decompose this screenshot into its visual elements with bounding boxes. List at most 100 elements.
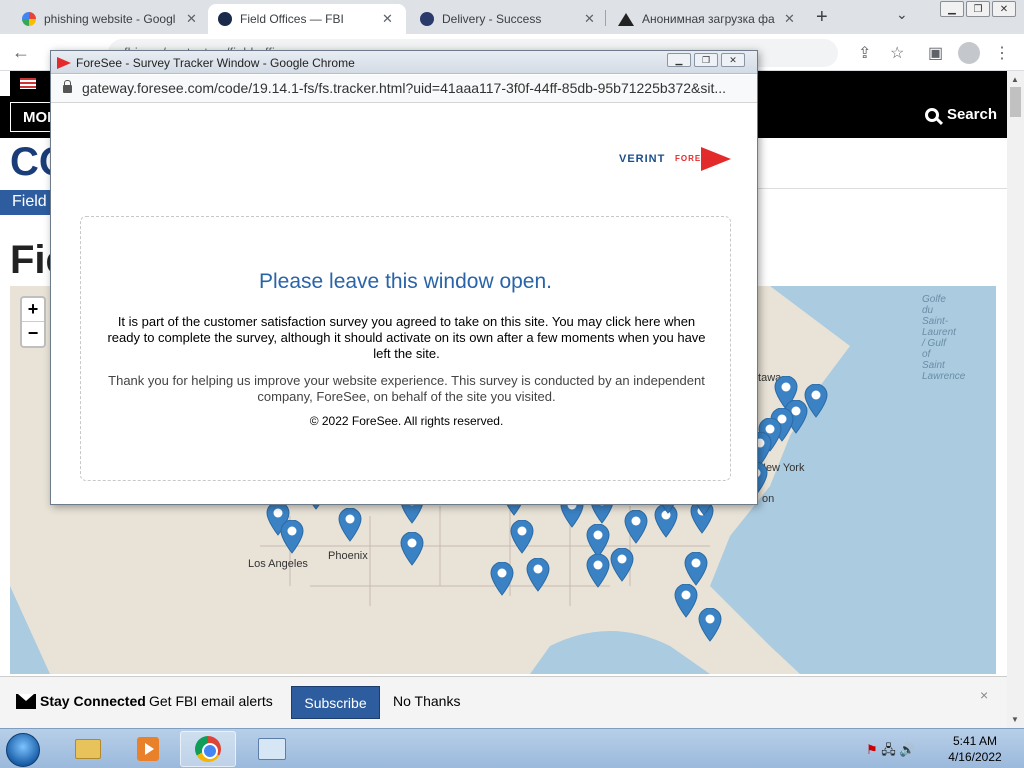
chrome-icon [195, 736, 221, 762]
lock-icon [63, 80, 72, 93]
upload-icon [618, 12, 634, 26]
media-player-icon [137, 737, 159, 761]
popup-maximize-button[interactable]: ❐ [694, 53, 718, 67]
zoom-out-button[interactable]: − [22, 322, 44, 346]
volume-icon[interactable]: 🔊 [899, 742, 915, 757]
field-office-pin[interactable] [510, 520, 534, 554]
water-label-line: Laurent [922, 327, 956, 338]
taskbar-network-app[interactable] [244, 731, 300, 767]
tab-separator [605, 10, 606, 26]
field-office-pin[interactable] [280, 520, 304, 554]
network-icon[interactable]: 🖧 [881, 742, 896, 757]
clock-date: 4/16/2022 [948, 750, 1002, 764]
folder-icon [75, 739, 101, 759]
scroll-thumb[interactable] [1010, 87, 1021, 117]
scroll-up-icon[interactable]: ▲ [1011, 75, 1019, 84]
nav-search-label: Search [946, 106, 997, 123]
maximize-button[interactable]: ❐ [966, 1, 990, 17]
system-tray: ⚑ 🖧 🔊 [866, 741, 916, 763]
network-app-icon [258, 738, 286, 760]
side-panel-icon[interactable]: ▣ [928, 43, 943, 63]
close-window-button[interactable]: ✕ [992, 1, 1016, 17]
thank-you-text: Thank you for helping us improve your we… [108, 373, 705, 404]
field-office-pin[interactable] [624, 510, 648, 544]
close-icon[interactable]: ✕ [584, 11, 595, 27]
tab-field-offices[interactable]: Field Offices — FBI ✕ [208, 4, 406, 34]
field-office-pin[interactable] [684, 552, 708, 586]
back-button[interactable]: ← [12, 42, 30, 63]
popup-window-controls: ▁ ❐ ✕ [664, 53, 745, 67]
popup-close-button[interactable]: ✕ [721, 53, 745, 67]
field-office-pin[interactable] [586, 524, 610, 558]
gulf-st-lawrence-label: Golfe du Saint- Laurent / Gulf of Saint … [922, 294, 965, 382]
foresee-flag-icon [57, 57, 71, 69]
close-icon[interactable]: ✕ [784, 11, 795, 27]
us-flag-icon [20, 78, 36, 89]
water-label-line: of [922, 349, 931, 360]
close-icon[interactable]: ✕ [186, 11, 197, 27]
field-office-pin[interactable] [674, 584, 698, 618]
start-button[interactable] [6, 733, 40, 767]
verint-logo: VERINT [619, 153, 666, 165]
tab-label: Delivery - Success [442, 12, 542, 26]
window-controls: ▁ ❐ ✕ [938, 1, 1016, 17]
search-icon [924, 107, 939, 122]
water-label-line: Saint [922, 360, 945, 371]
stay-connected-title: Stay Connected [40, 693, 146, 709]
popup-url: gateway.foresee.com/code/19.14.1-fs/fs.t… [82, 80, 727, 96]
envelope-icon [16, 694, 36, 709]
divider [757, 188, 1007, 189]
close-icon[interactable]: ✕ [382, 11, 393, 27]
field-office-pin[interactable] [338, 508, 362, 542]
field-office-pin[interactable] [610, 548, 634, 582]
tab-label: Field Offices — FBI [240, 12, 344, 26]
phoenix-label: Phoenix [328, 550, 368, 562]
breadcrumb[interactable]: Field [0, 190, 55, 215]
new-tab-button[interactable]: + [816, 6, 828, 29]
water-label-line: Golfe [922, 294, 946, 305]
subscribe-button[interactable]: Subscribe [291, 686, 380, 719]
message-box[interactable]: Please leave this window open. It is par… [80, 216, 731, 481]
survey-info-text[interactable]: It is part of the customer satisfaction … [101, 314, 712, 362]
taskbar-clock[interactable]: 5:41 AM 4/16/2022 [940, 733, 1010, 765]
taskbar-chrome[interactable] [180, 731, 236, 767]
tab-phishing-search[interactable]: phishing website - Googl ✕ [12, 4, 207, 34]
tab-search-button[interactable]: ⌄ [896, 6, 908, 23]
nav-search-button[interactable]: Search [924, 106, 997, 123]
windows-taskbar: ⚑ 🖧 🔊 5:41 AM 4/16/2022 [0, 728, 1024, 768]
foresee-logo: FORESEE [675, 154, 721, 163]
water-label-line: Lawrence [922, 371, 966, 382]
share-icon[interactable]: ⇪ [858, 43, 871, 63]
google-icon [22, 12, 36, 26]
close-icon[interactable]: × [980, 687, 988, 703]
popup-titlebar[interactable]: ForeSee - Survey Tracker Window - Google… [51, 51, 757, 74]
fbi-seal-icon [218, 12, 232, 26]
popup-window-title: ForeSee - Survey Tracker Window - Google… [76, 56, 355, 70]
water-label-line: / Gulf [922, 338, 946, 349]
taskbar-explorer[interactable] [60, 731, 116, 767]
field-office-pin[interactable] [698, 608, 722, 642]
menu-kebab-icon[interactable]: ⋮ [994, 43, 1010, 63]
clock-time: 5:41 AM [952, 734, 998, 748]
security-flag-icon[interactable]: ⚑ [866, 742, 878, 757]
profile-avatar[interactable] [958, 42, 980, 64]
stay-connected-text: Get FBI email alerts [149, 693, 273, 709]
tab-label: Анонимная загрузка фа [642, 12, 775, 26]
bookmark-star-icon[interactable]: ☆ [890, 43, 904, 63]
popup-address-bar[interactable]: gateway.foresee.com/code/19.14.1-fs/fs.t… [51, 75, 757, 103]
scroll-down-icon[interactable]: ▼ [1011, 715, 1019, 724]
field-office-pin[interactable] [526, 558, 550, 592]
field-office-pin[interactable] [586, 554, 610, 588]
popup-minimize-button[interactable]: ▁ [667, 53, 691, 67]
minimize-button[interactable]: ▁ [940, 1, 964, 17]
zoom-in-button[interactable]: + [22, 298, 44, 322]
popup-heading: Please leave this window open. [258, 270, 552, 293]
foresee-popup-window: ForeSee - Survey Tracker Window - Google… [50, 50, 758, 505]
tab-delivery-success[interactable]: Delivery - Success ✕ [410, 4, 605, 34]
taskbar-media-player[interactable] [120, 731, 176, 767]
tab-anonymous-upload[interactable]: Анонимная загрузка фа ✕ [608, 4, 805, 34]
page-scrollbar[interactable]: ▲ ▼ [1007, 71, 1024, 728]
field-office-pin[interactable] [400, 532, 424, 566]
no-thanks-link[interactable]: No Thanks [393, 693, 460, 709]
field-office-pin[interactable] [490, 562, 514, 596]
